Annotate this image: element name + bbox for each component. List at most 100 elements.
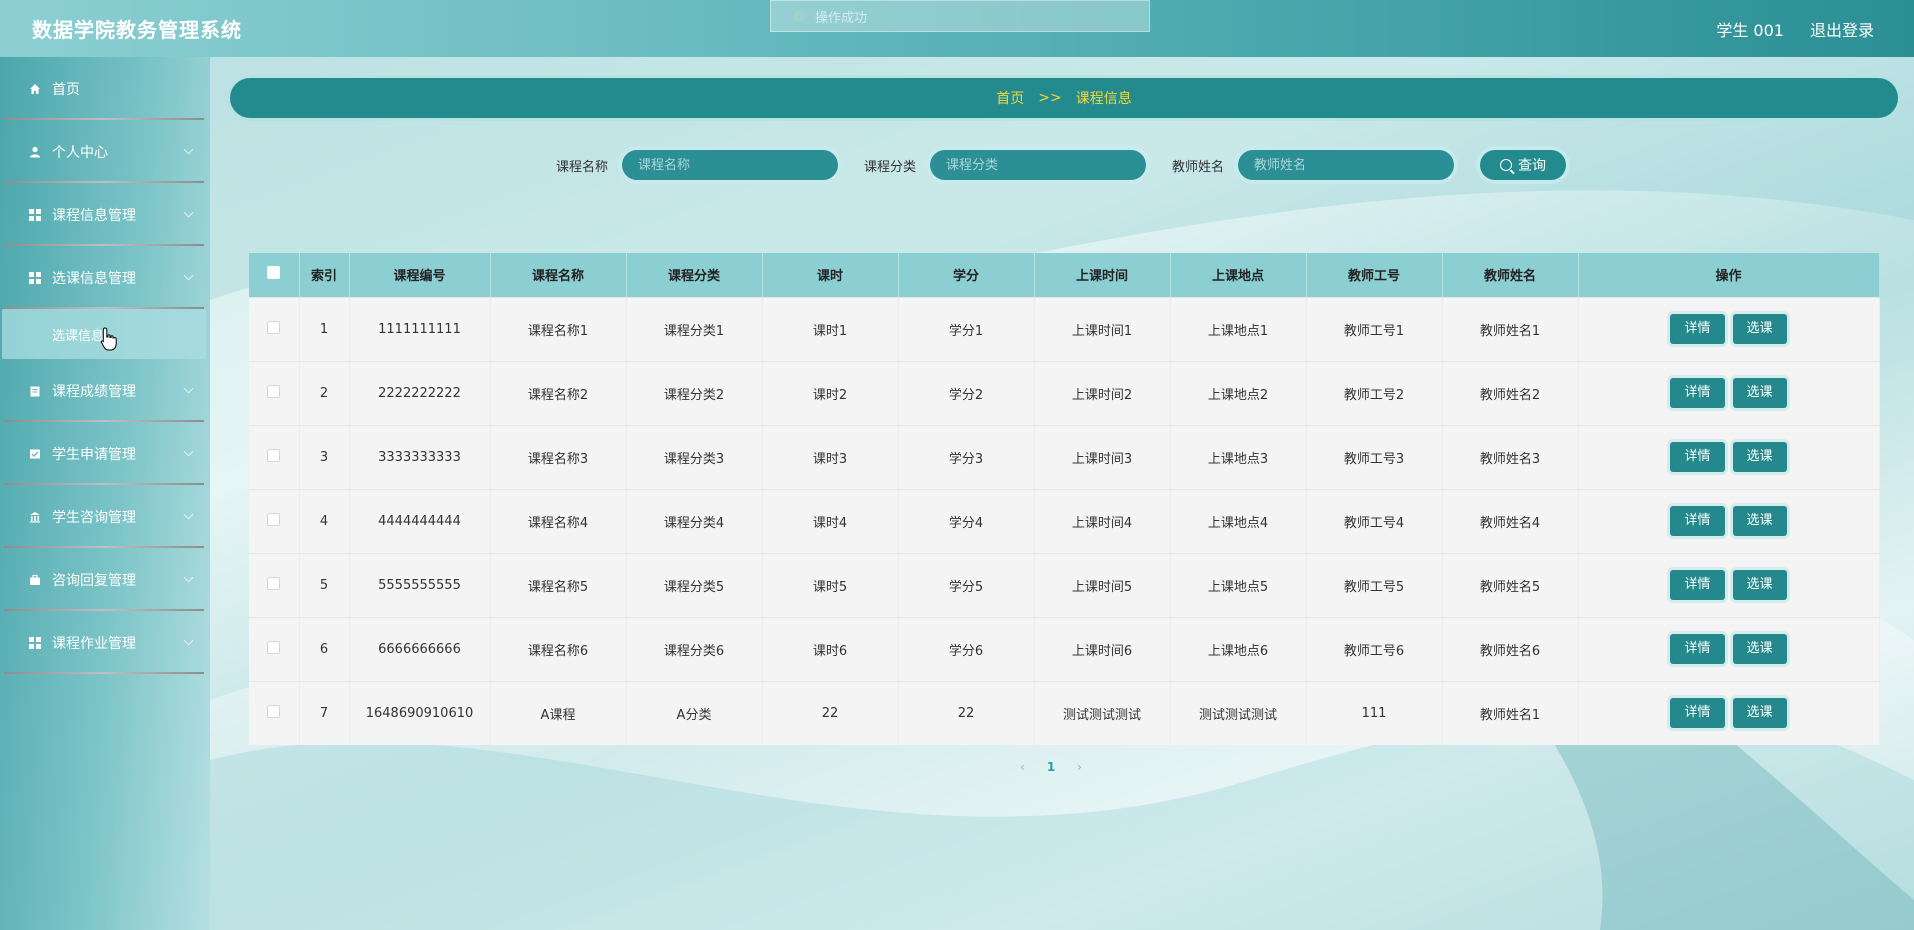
sidebar-item-course-selection[interactable]: 选课信息管理 [0,246,210,309]
page-number[interactable]: 1 [1047,760,1055,774]
table-cell: 6666666666 [349,617,491,681]
table-cell: 学分5 [898,553,1035,617]
sidebar-item-course-homework[interactable]: 课程作业管理 [0,611,210,674]
row-select-cell [249,553,300,617]
table-cell: 学分2 [898,361,1035,425]
sidebar-item-label: 课程成绩管理 [52,383,136,400]
detail-button[interactable]: 详情 [1670,570,1725,600]
table-row: 3 3333333333 课程名称3 课程分类3 课时3 学分3 上课时间3 上课地点3 教师工… [249,425,1880,489]
grid-icon [28,208,42,222]
row-checkbox[interactable] [267,640,281,654]
chevron-up-icon [183,270,194,281]
table-cell: 1648690910610 [349,681,491,745]
select-course-button[interactable]: 选课 [1732,570,1787,600]
user-label[interactable]: 学生 001 [1716,17,1784,41]
table-cell: 教师姓名6 [1442,617,1579,681]
detail-button[interactable]: 详情 [1670,634,1725,664]
breadcrumb: 首页 >> 课程信息 [230,78,1898,118]
prev-page-button[interactable]: ‹ [1020,760,1025,774]
table-row: 1 1111111111 课程名称1 课程分类1 课时1 学分1 上课时间1 上课地点1 教师工… [249,297,1880,361]
row-checkbox[interactable] [267,576,281,590]
table-cell: 教师工号6 [1306,617,1443,681]
table-cell: 上课时间6 [1034,617,1171,681]
course-category-input[interactable] [930,150,1147,180]
table-cell: 1 [299,297,350,361]
table-cell: 2 [299,361,350,425]
toast-text: 操作成功 [815,10,868,26]
course-name-input[interactable] [622,150,839,180]
table-cell: 5 [299,553,350,617]
table-row: 2 2222222222 课程名称2 课程分类2 课时2 学分2 上课时间2 上课地点2 教师工… [249,361,1880,425]
table-cell: 课时5 [762,553,899,617]
row-actions-cell: 详情 选课 [1578,361,1880,425]
table-cell: 测试测试测试 [1170,681,1307,745]
table-cell: 课程名称4 [490,489,627,553]
table-header-row: 索引 课程编号 课程名称 课程分类 课时 学分 上课时间 上课地点 教师工号 教… [249,253,1880,297]
row-checkbox[interactable] [267,320,281,334]
table-cell: 课程名称2 [490,361,627,425]
detail-button[interactable]: 详情 [1670,378,1725,408]
sidebar-item-personal-center[interactable]: 个人中心 [0,120,210,183]
table-cell: 上课时间3 [1034,425,1171,489]
sidebar-item-home[interactable]: 首页 [0,57,210,120]
select-course-button[interactable]: 选课 [1732,698,1787,729]
row-checkbox[interactable] [267,512,281,526]
select-course-button[interactable]: 选课 [1732,442,1787,472]
table-cell: 22 [898,681,1035,745]
chevron-down-icon [183,207,194,218]
chevron-down-icon [183,572,194,583]
table-cell: 教师姓名5 [1442,553,1579,617]
sidebar-item-student-consult[interactable]: 学生咨询管理 [0,485,210,548]
logout-link[interactable]: 退出登录 [1810,17,1874,41]
breadcrumb-separator: >> [1038,90,1062,106]
sidebar-item-label: 学生咨询管理 [52,509,136,526]
table-cell: 课时4 [762,489,899,553]
teacher-name-input[interactable] [1238,150,1455,180]
query-button[interactable]: 查询 [1480,150,1567,180]
table-cell: 上课地点1 [1170,297,1307,361]
chevron-down-icon [183,446,194,457]
select-course-button[interactable]: 选课 [1732,378,1787,408]
column-header: 上课地点 [1170,253,1307,297]
select-all-checkbox[interactable] [267,266,281,280]
sidebar-item-student-applications[interactable]: 学生申请管理 [0,422,210,485]
detail-button[interactable]: 详情 [1670,314,1725,344]
column-header: 课程编号 [349,253,491,297]
detail-button[interactable]: 详情 [1670,442,1725,472]
select-course-button[interactable]: 选课 [1732,506,1787,536]
home-icon [28,82,42,96]
detail-button[interactable]: 详情 [1670,506,1725,536]
table-cell: 课程名称3 [490,425,627,489]
next-page-button[interactable]: › [1077,760,1082,774]
course-table: 索引 课程编号 课程名称 课程分类 课时 学分 上课时间 上课地点 教师工号 教… [249,253,1880,745]
table-cell: 5555555555 [349,553,491,617]
row-checkbox[interactable] [267,448,281,462]
table-cell: 2222222222 [349,361,491,425]
column-header: 操作 [1578,253,1880,297]
table-cell: 教师姓名3 [1442,425,1579,489]
select-course-button[interactable]: 选课 [1732,634,1787,664]
sidebar-item-course-grades[interactable]: 课程成绩管理 [0,359,210,422]
select-course-button[interactable]: 选课 [1732,314,1787,344]
table-row: 7 1648690910610 A课程 A分类 22 22 测试测试测试 测试测试测试 111 教… [249,681,1880,745]
table-cell: 教师姓名4 [1442,489,1579,553]
success-icon [793,10,805,22]
sidebar-subitem-label: 选课信息 [52,328,105,344]
table-cell: 4444444444 [349,489,491,553]
table-row: 5 5555555555 课程名称5 课程分类5 课时5 学分5 上课时间5 上课地点5 教师工… [249,553,1880,617]
table-cell: 课程分类6 [626,617,763,681]
table-cell: 3333333333 [349,425,491,489]
hand-cursor-icon [100,327,118,355]
pagination: ‹ 1 › [1020,760,1082,774]
table-cell: 上课时间4 [1034,489,1171,553]
sidebar-item-course-info[interactable]: 课程信息管理 [0,183,210,246]
row-checkbox[interactable] [267,384,281,398]
table-cell: 课程分类1 [626,297,763,361]
detail-button[interactable]: 详情 [1670,698,1725,729]
toast-message: 操作成功 [770,0,1150,32]
row-checkbox[interactable] [267,704,281,718]
table-cell: 教师姓名2 [1442,361,1579,425]
sidebar-item-consult-reply[interactable]: 咨询回复管理 [0,548,210,611]
breadcrumb-home[interactable]: 首页 [996,88,1024,108]
column-header: 上课时间 [1034,253,1171,297]
